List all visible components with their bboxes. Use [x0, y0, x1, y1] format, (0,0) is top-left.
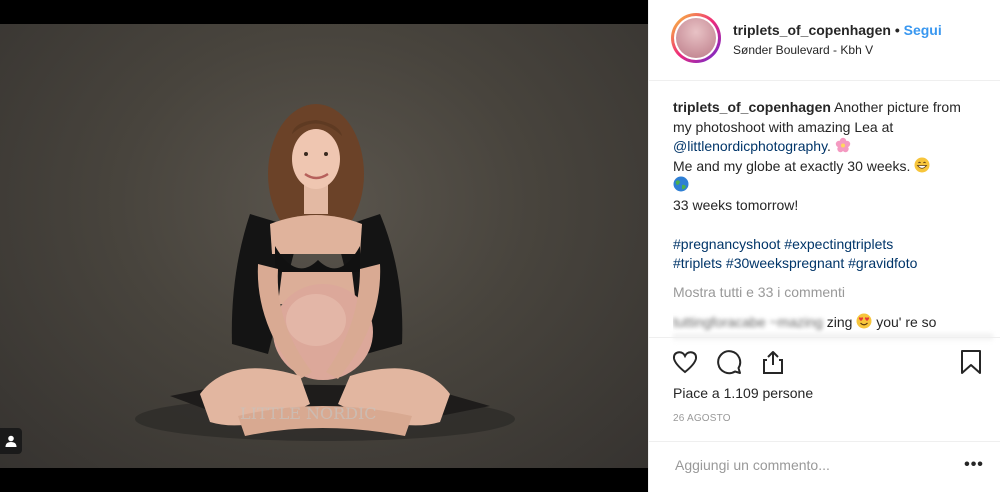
bookmark-icon	[961, 350, 981, 374]
photo-watermark: LITTLE NORDIC	[240, 404, 377, 423]
more-options-button[interactable]: •••	[961, 452, 987, 478]
mention-link[interactable]: @littlenordicphotography	[673, 138, 827, 154]
comment-text-2: you' re so	[876, 314, 937, 330]
share-icon	[763, 351, 783, 374]
caption: triplets_of_copenhagen Another picture f…	[673, 98, 973, 274]
globe-emoji-icon	[673, 176, 689, 192]
post-header: triplets_of_copenhagen • Segui Sønder Bo…	[649, 0, 1000, 81]
save-button[interactable]	[955, 346, 987, 378]
avatar-ring-inner	[674, 16, 718, 60]
grin-emoji-icon	[914, 157, 930, 172]
comment-username-blurred[interactable]: tuttingforacabe ~mazing	[673, 314, 823, 330]
person-icon	[5, 435, 17, 447]
username-link[interactable]: triplets_of_copenhagen	[733, 22, 891, 38]
post-side-panel: triplets_of_copenhagen • Segui Sønder Bo…	[648, 0, 1000, 492]
blossom-emoji-icon	[835, 137, 851, 153]
hashtags-line-1[interactable]: #pregnancyshoot #expectingtriplets	[673, 236, 893, 252]
caption-line-3: 33 weeks tomorrow!	[673, 196, 799, 213]
photo-illustration: LITTLE NORDIC	[135, 104, 515, 441]
heart-eyes-emoji-icon	[856, 313, 872, 329]
like-button[interactable]	[669, 346, 701, 378]
avatar-image	[676, 18, 716, 58]
follow-button[interactable]: Segui	[904, 22, 942, 38]
photo-panel: LITTLE NORDIC	[0, 0, 648, 492]
caption-username[interactable]: triplets_of_copenhagen	[673, 99, 831, 115]
caption-period: .	[827, 138, 831, 154]
location-link[interactable]: Sønder Boulevard - Kbh V	[733, 43, 873, 57]
separator: •	[894, 22, 900, 38]
likes-count[interactable]: Piace a 1.109 persone	[673, 385, 813, 401]
comment-bubble-icon	[717, 350, 742, 375]
caption-line-2: Me and my globe at exactly 30 weeks.	[673, 157, 911, 174]
show-all-comments-link[interactable]: Mostra tutti e 33 i commenti	[673, 284, 845, 300]
comment-text: zing	[826, 314, 853, 330]
username-line: triplets_of_copenhagen • Segui	[733, 22, 942, 38]
user-tag-button[interactable]	[0, 428, 22, 454]
post-date[interactable]: 26 AGOSTO	[673, 413, 731, 424]
add-comment-section: •••	[649, 441, 1000, 493]
share-button[interactable]	[757, 346, 789, 378]
hashtags-line-2[interactable]: #triplets #30weekspregnant #gravidfoto	[673, 255, 917, 271]
comment-button[interactable]	[713, 346, 745, 378]
add-comment-input[interactable]	[673, 456, 957, 474]
heart-icon	[672, 351, 698, 374]
post-photo[interactable]: LITTLE NORDIC	[0, 24, 648, 468]
avatar[interactable]	[671, 13, 721, 63]
